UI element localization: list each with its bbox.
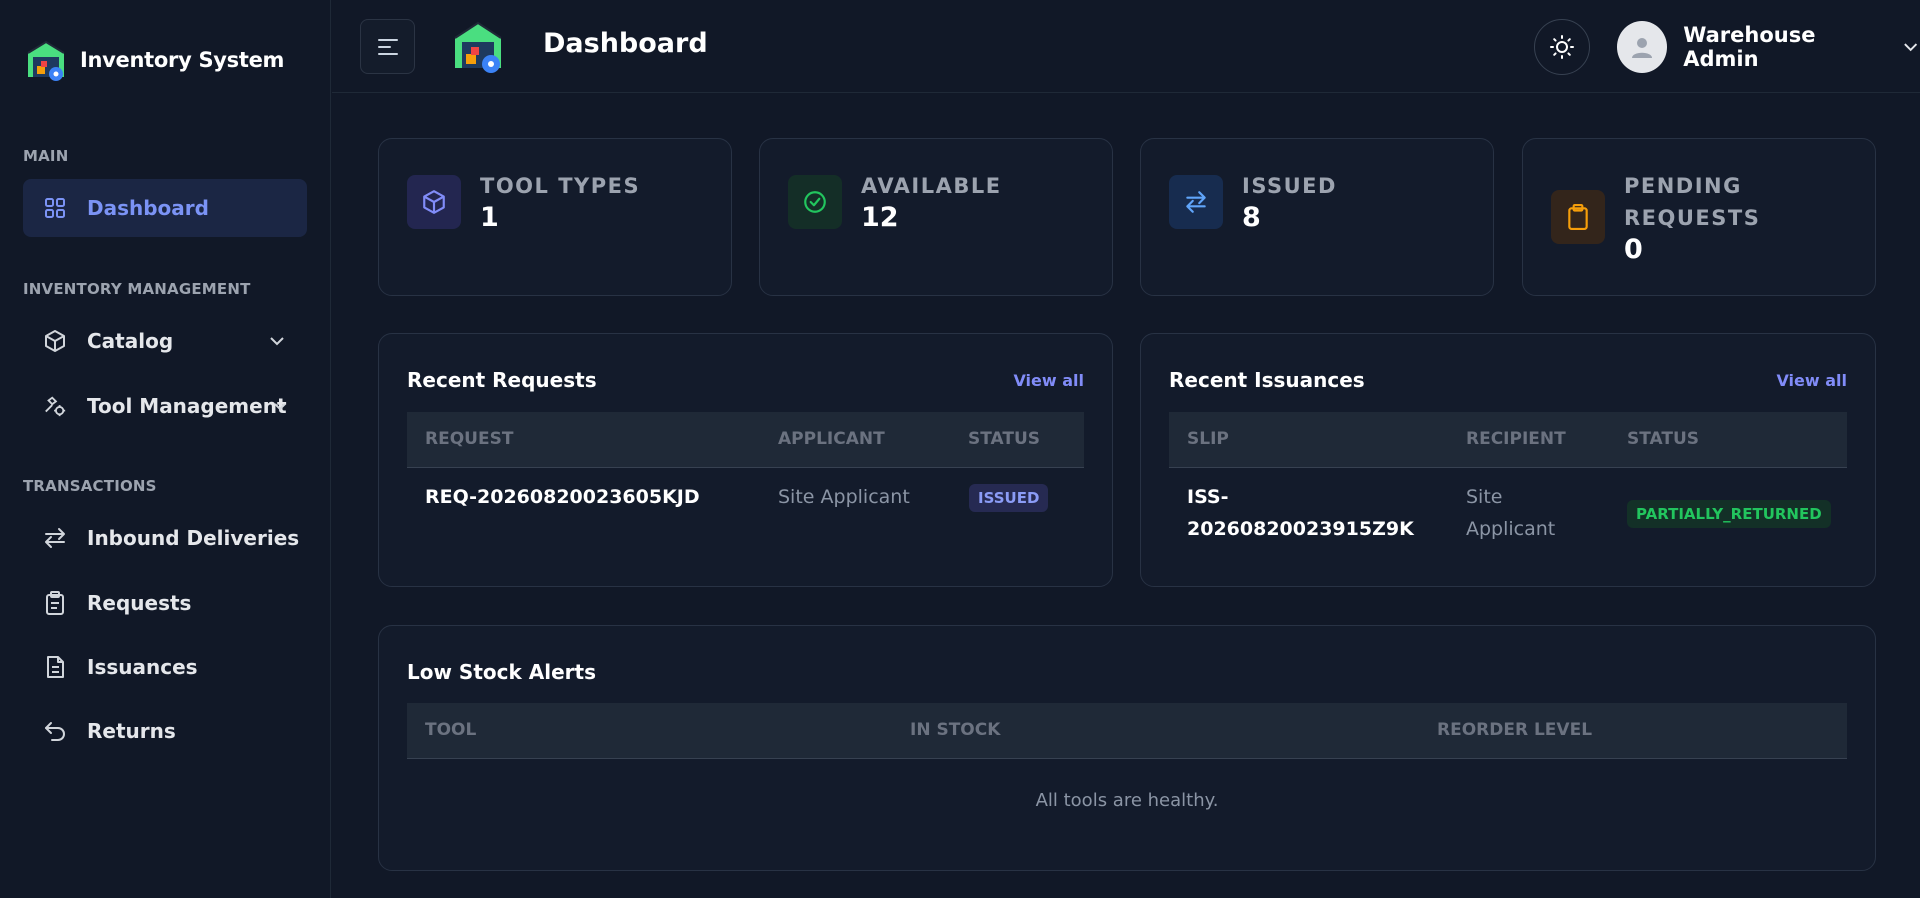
sidebar-item-issuances[interactable]: Issuances [23,638,307,696]
menu-toggle-button[interactable] [360,19,415,74]
section-label-main: MAIN [23,147,69,165]
chevron-down-icon [1903,43,1917,52]
panel-title: Recent Issuances [1169,368,1365,392]
slip-id-line2[interactable]: 20260820023915Z9K [1187,518,1414,540]
stat-card-available: AVAILABLE 12 [759,138,1113,296]
stat-card-issued: ISSUED 8 [1140,138,1494,296]
clipboard-list-icon [43,591,67,615]
chevron-down-icon[interactable] [267,331,287,351]
theme-toggle-button[interactable] [1534,19,1590,75]
top-header: Dashboard Warehouse Admin [332,0,1920,93]
warehouse-logo-icon [27,40,65,81]
column-header[interactable]: IN STOCK [910,720,1000,740]
stat-card-pending-requests: PENDING REQUESTS 0 [1522,138,1876,296]
sidebar-item-tool-management[interactable]: Tool Management [23,377,307,435]
request-id[interactable]: REQ-20260820023605KJD [425,486,700,508]
column-header[interactable]: REORDER LEVEL [1437,720,1592,740]
sidebar-item-inbound-deliveries[interactable]: Inbound Deliveries [23,509,307,567]
return-arrow-icon [43,719,67,743]
sidebar-item-label: Issuances [87,655,198,679]
brand-name: Inventory System [80,48,285,72]
stat-value: 12 [861,202,899,233]
stat-value: 1 [480,202,499,233]
user-icon [1632,38,1653,58]
table-header: TOOL IN STOCK REORDER LEVEL [407,703,1847,759]
sidebar-item-returns[interactable]: Returns [23,702,307,760]
slip-id-line1[interactable]: ISS- [1187,486,1228,508]
section-label-inventory-management: INVENTORY MANAGEMENT [23,280,251,298]
recent-requests-panel: Recent Requests View all REQUEST APPLICA… [378,333,1113,587]
table-header: REQUEST APPLICANT STATUS [407,412,1084,468]
panel-title: Recent Requests [407,368,597,392]
cube-icon [43,329,67,353]
user-menu[interactable]: Warehouse Admin [1617,21,1920,73]
grid-icon [43,196,67,220]
table-header: SLIP RECIPIENT STATUS [1169,412,1847,468]
document-icon [43,655,67,679]
clipboard-icon [1551,190,1605,244]
status-badge: PARTIALLY_RETURNED [1627,500,1831,528]
stat-label: ISSUED [1242,174,1337,198]
stat-label: AVAILABLE [861,174,1002,198]
column-header[interactable]: TOOL [425,720,476,740]
chevron-down-icon[interactable] [270,396,290,416]
avatar [1617,21,1668,73]
sidebar-item-label: Dashboard [87,196,209,220]
sidebar-item-label: Tool Management [87,394,287,418]
column-header[interactable]: APPLICANT [778,429,885,449]
stat-label: TOOL TYPES [480,174,641,198]
column-header[interactable]: RECIPIENT [1466,429,1566,449]
view-all-link[interactable]: View all [1013,371,1084,390]
sidebar-item-dashboard[interactable]: Dashboard [23,179,307,237]
sidebar-item-requests[interactable]: Requests [23,574,307,632]
sidebar: Inventory System MAIN Dashboard INVENTOR… [0,0,331,898]
brand[interactable]: Inventory System [25,37,284,83]
arrows-exchange-icon [1169,175,1223,229]
warehouse-logo-icon [454,21,502,73]
sidebar-item-label: Returns [87,719,176,743]
column-header[interactable]: STATUS [968,429,1040,449]
stat-label: PENDING REQUESTS [1624,174,1761,230]
stat-value: 0 [1624,234,1643,265]
section-label-transactions: TRANSACTIONS [23,477,157,495]
applicant-name: Site Applicant [778,486,910,508]
empty-state-message: All tools are healthy. [1035,790,1219,811]
page-title: Dashboard [543,28,708,59]
recipient-line1: Site [1466,486,1503,508]
recent-issuances-panel: Recent Issuances View all SLIP RECIPIENT… [1140,333,1876,587]
stat-value: 8 [1242,202,1261,233]
arrows-exchange-icon [43,526,67,550]
column-header[interactable]: SLIP [1187,429,1229,449]
view-all-link[interactable]: View all [1776,371,1847,390]
cube-icon [407,175,461,229]
sidebar-item-label: Requests [87,591,192,615]
sidebar-item-label: Inbound Deliveries [87,526,300,550]
sun-icon [1550,35,1574,59]
check-circle-icon [788,175,842,229]
panel-title: Low Stock Alerts [407,660,596,684]
sidebar-item-label: Catalog [87,329,174,353]
low-stock-panel: Low Stock Alerts TOOL IN STOCK REORDER L… [378,625,1876,871]
user-name: Warehouse Admin [1683,23,1816,71]
hamburger-icon [377,38,398,55]
sidebar-item-catalog[interactable]: Catalog [23,312,307,370]
tools-icon [43,394,67,418]
stat-card-tool-types: TOOL TYPES 1 [378,138,732,296]
recipient-line2: Applicant [1466,518,1556,540]
status-badge: ISSUED [969,484,1049,512]
column-header[interactable]: STATUS [1627,429,1699,449]
column-header[interactable]: REQUEST [425,429,513,449]
